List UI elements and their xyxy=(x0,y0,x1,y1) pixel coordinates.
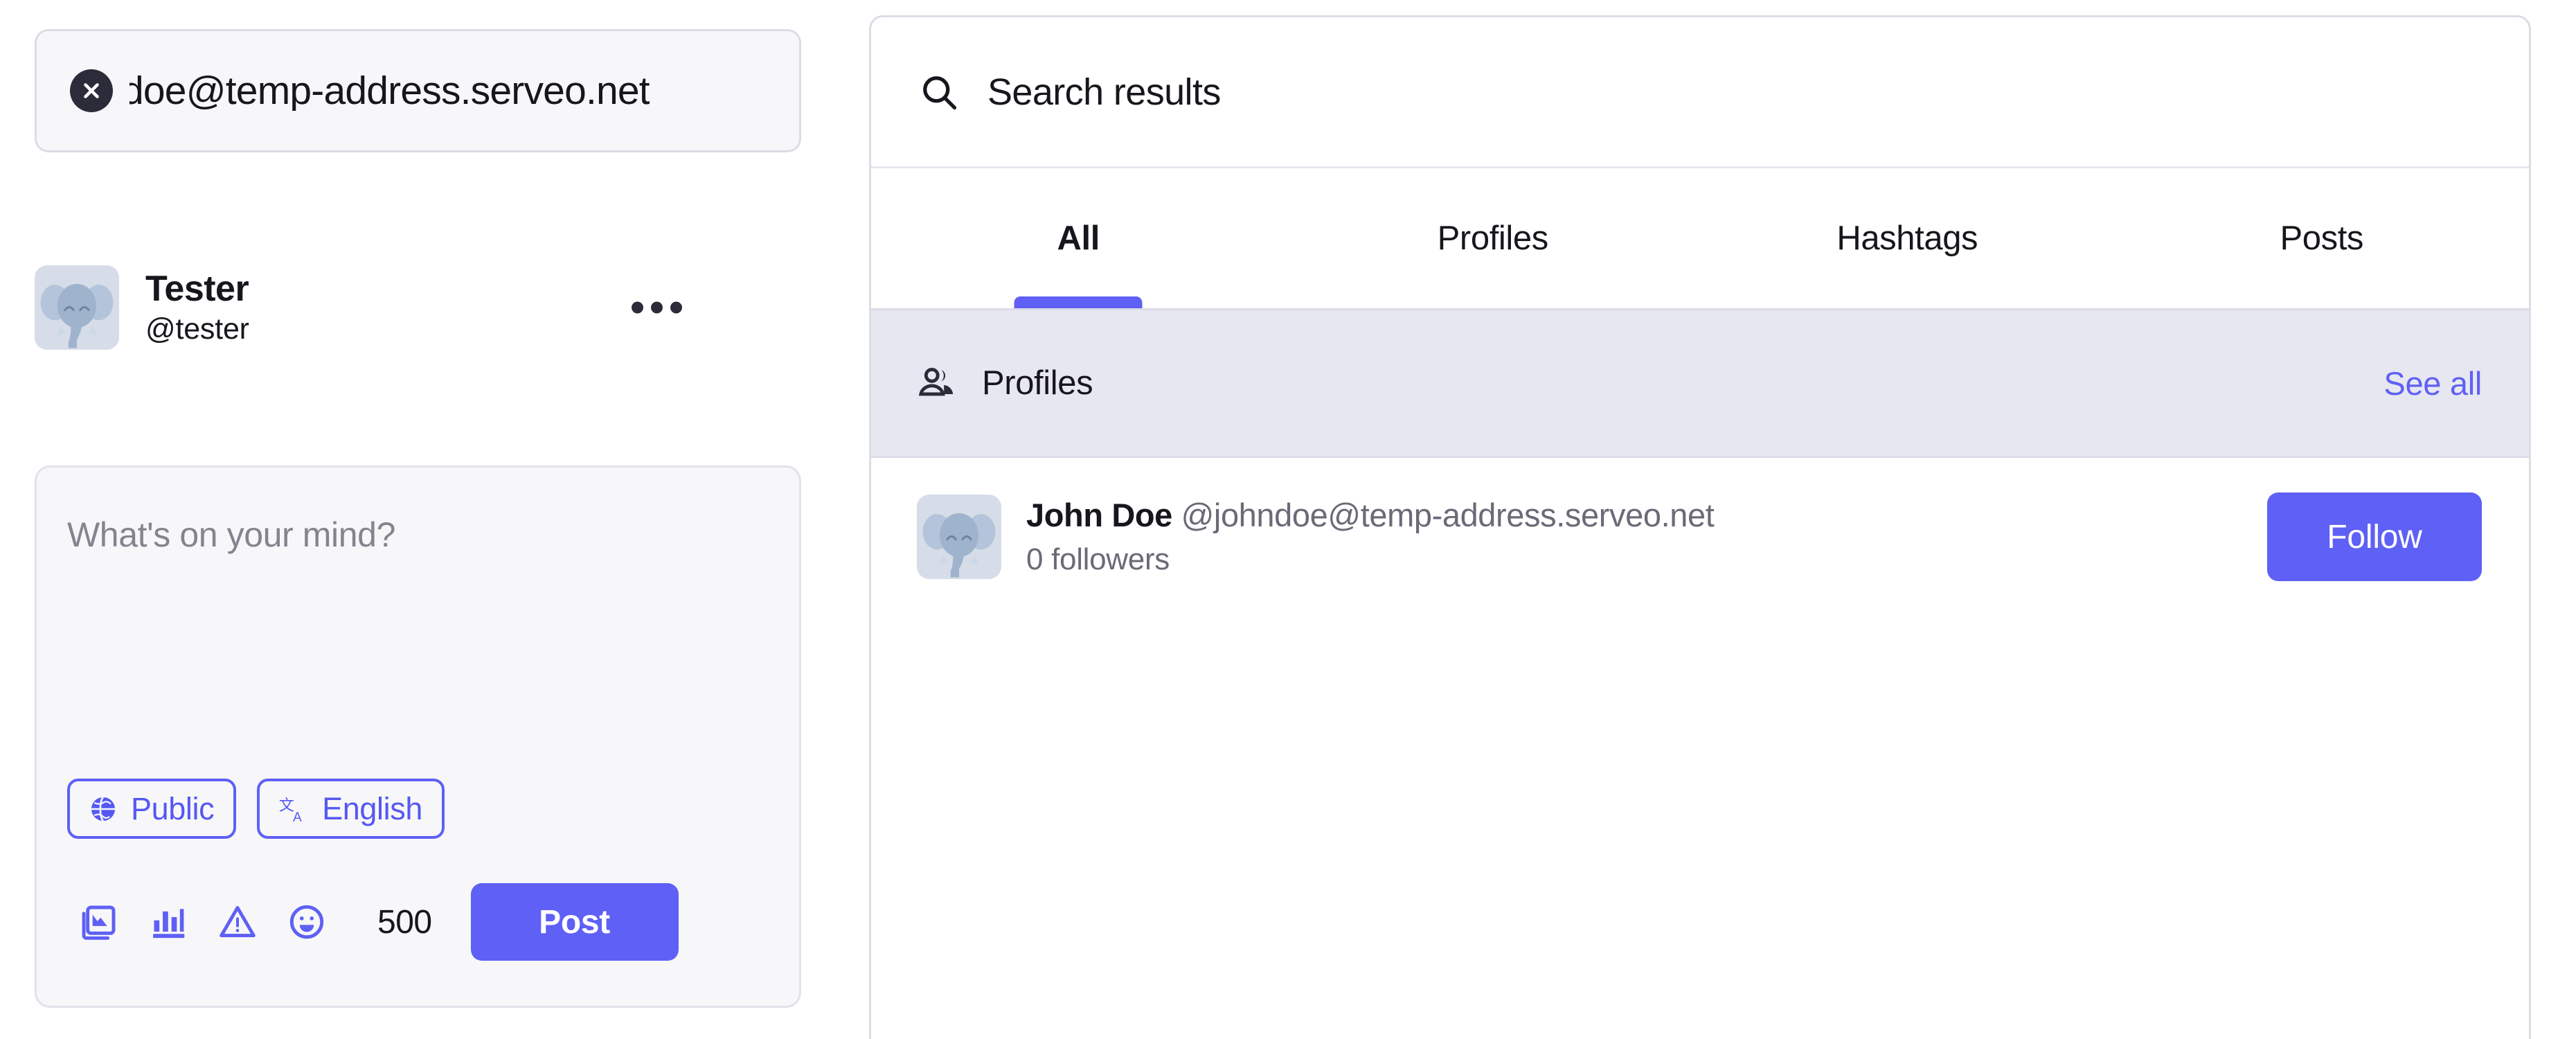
add-poll-button[interactable] xyxy=(134,887,203,957)
tab-posts-label: Posts xyxy=(2280,220,2364,257)
visibility-selector-button[interactable]: Public xyxy=(67,779,237,839)
tab-profiles[interactable]: Profiles xyxy=(1286,168,1701,308)
close-icon xyxy=(84,83,99,98)
page-title: Search results xyxy=(987,71,1221,113)
profile-display-name: John Doe xyxy=(1026,496,1172,533)
character-counter: 500 xyxy=(377,903,432,941)
follow-button[interactable]: Follow xyxy=(2267,492,2482,581)
tab-active-indicator xyxy=(1014,296,1143,308)
translate-icon: 文 A xyxy=(279,797,303,825)
compose-textarea-placeholder[interactable]: What's on your mind? xyxy=(67,515,395,555)
image-icon xyxy=(82,905,116,940)
tab-hashtags-label: Hashtags xyxy=(1836,220,1978,257)
profile-result-name-line: John Doe @johndoe@temp-address.serveo.ne… xyxy=(1026,497,2267,533)
account-names: Tester @tester xyxy=(145,270,249,345)
content-warning-button[interactable] xyxy=(203,887,272,957)
language-selector-button[interactable]: 文 A English xyxy=(257,779,445,839)
profile-followers-count: 0 followers xyxy=(1026,542,1170,576)
ellipsis-dot xyxy=(651,301,663,314)
search-results-header: Search results xyxy=(871,17,2529,168)
profile-result-row[interactable]: John Doe @johndoe@temp-address.serveo.ne… xyxy=(871,458,2529,616)
emoji-button[interactable] xyxy=(272,887,341,957)
tab-posts[interactable]: Posts xyxy=(2115,168,2530,308)
people-group-icon xyxy=(918,368,954,396)
results-tabs: All Profiles Hashtags Posts xyxy=(871,168,2529,308)
compose-box[interactable]: What's on your mind? Public 文 A English xyxy=(35,465,801,1008)
elephant-icon xyxy=(40,283,114,348)
tab-hashtags[interactable]: Hashtags xyxy=(1700,168,2115,308)
profile-result-text: John Doe @johndoe@temp-address.serveo.ne… xyxy=(1026,497,2267,576)
post-button[interactable]: Post xyxy=(470,883,679,961)
globe-icon xyxy=(91,796,116,822)
ellipsis-dot xyxy=(632,301,643,314)
search-results-panel: Search results All Profiles Hashtags Pos… xyxy=(869,15,2531,1039)
visibility-label: Public xyxy=(131,790,215,826)
compose-actions: 500 Post xyxy=(64,883,769,961)
emoji-smiley-icon xyxy=(289,905,324,939)
search-icon xyxy=(923,76,957,109)
elephant-avatar xyxy=(917,495,1001,579)
ellipsis-dot xyxy=(670,301,682,314)
svg-text:A: A xyxy=(293,810,302,825)
elephant-avatar xyxy=(35,265,119,350)
tab-all-label: All xyxy=(1057,220,1100,257)
add-media-button[interactable] xyxy=(64,887,134,957)
compose-options: Public 文 A English xyxy=(67,779,445,839)
elephant-icon xyxy=(922,513,996,578)
profiles-section-header: Profiles See all xyxy=(871,308,2529,458)
tab-profiles-label: Profiles xyxy=(1437,220,1549,257)
profiles-section-label: Profiles xyxy=(982,364,1093,402)
warning-triangle-icon xyxy=(220,906,256,938)
search-input-value[interactable]: doe@temp-address.serveo.net xyxy=(129,71,650,111)
left-column: doe@temp-address.serveo.net Tester @test… xyxy=(0,0,838,1039)
ellipsis-icon[interactable] xyxy=(622,292,692,323)
tab-all[interactable]: All xyxy=(871,168,1286,308)
see-all-link[interactable]: See all xyxy=(2383,364,2482,402)
account-display-name: Tester xyxy=(145,269,249,310)
svg-text:文: 文 xyxy=(279,797,294,814)
account-row[interactable]: Tester @tester xyxy=(35,245,801,370)
clear-search-icon[interactable] xyxy=(70,69,113,112)
account-handle: @tester xyxy=(145,312,249,346)
language-label: English xyxy=(322,790,422,826)
profile-handle: @johndoe@temp-address.serveo.net xyxy=(1181,496,1715,533)
search-field[interactable]: doe@temp-address.serveo.net xyxy=(35,29,801,152)
poll-bar-chart-icon xyxy=(153,909,185,939)
